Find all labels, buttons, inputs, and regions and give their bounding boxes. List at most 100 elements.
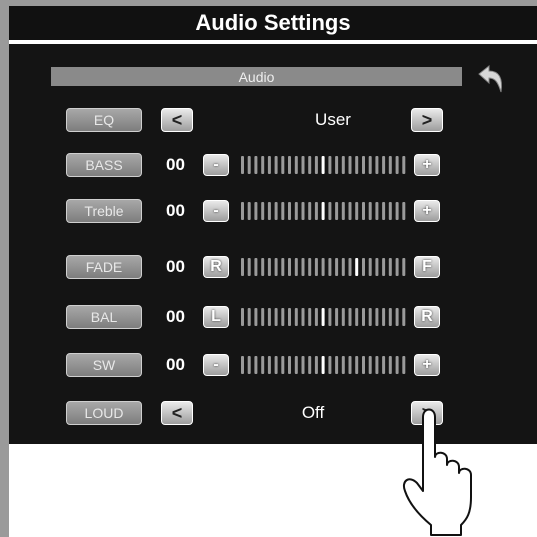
bal-right-button[interactable]: R (414, 306, 440, 328)
bass-button[interactable]: BASS (66, 153, 142, 177)
slider-tick (314, 258, 318, 276)
slider-tick (254, 308, 258, 326)
hand-pointer-icon (403, 408, 472, 536)
row-bass: BASS 00 - + (9, 151, 537, 179)
slider-tick (321, 258, 325, 276)
slider-tick (241, 308, 244, 326)
bass-decrease-button[interactable]: - (203, 154, 229, 176)
bal-left-button[interactable]: L (203, 306, 229, 328)
slider-tick (308, 258, 312, 276)
row-fade: FADE 00 R F (9, 253, 537, 281)
slider-tick (281, 156, 285, 174)
page-title: Audio Settings (9, 6, 537, 40)
fade-level-slider[interactable] (240, 256, 408, 278)
treble-decrease-button[interactable]: - (203, 200, 229, 222)
slider-tick (368, 356, 372, 374)
slider-tick (241, 156, 244, 174)
slider-tick (294, 258, 298, 276)
slider-tick (335, 356, 339, 374)
slider-tick (382, 156, 386, 174)
treble-level-slider[interactable] (240, 200, 408, 222)
bass-increase-button[interactable]: + (414, 154, 440, 176)
sw-decrease-button[interactable]: - (203, 354, 229, 376)
slider-tick (402, 156, 406, 174)
slider-tick (267, 156, 271, 174)
slider-tick (274, 156, 278, 174)
slider-tick (301, 258, 305, 276)
loud-prev-button[interactable]: < (161, 401, 193, 425)
slider-tick (274, 356, 278, 374)
slider-tick (267, 258, 271, 276)
slider-tick (341, 308, 345, 326)
fade-rear-button[interactable]: R (203, 256, 229, 278)
slider-tick (328, 258, 332, 276)
slider-tick (274, 258, 278, 276)
slider-tick (402, 258, 406, 276)
slider-tick (247, 156, 251, 174)
slider-tick (267, 202, 271, 220)
slider-tick (314, 356, 318, 374)
slider-tick (301, 156, 305, 174)
slider-tick (348, 308, 352, 326)
slider-tick (254, 258, 258, 276)
section-header: Audio (51, 67, 462, 86)
slider-tick (294, 156, 298, 174)
slider-tick (362, 202, 365, 220)
eq-next-button[interactable]: > (411, 108, 443, 132)
slider-tick (382, 202, 386, 220)
slider-tick (288, 258, 291, 276)
slider-tick (294, 202, 298, 220)
slider-tick (388, 258, 392, 276)
slider-tick (375, 258, 379, 276)
slider-tick (281, 308, 285, 326)
slider-tick (241, 258, 244, 276)
audio-panel: Audio EQ < User > BASS 00 - + Treble 00 … (9, 44, 537, 444)
slider-tick (321, 356, 325, 374)
loud-button[interactable]: LOUD (66, 401, 142, 425)
bass-level-slider[interactable] (240, 154, 408, 176)
row-treble: Treble 00 - + (9, 197, 537, 225)
slider-tick (267, 356, 271, 374)
slider-tick (341, 356, 345, 374)
slider-tick (395, 308, 399, 326)
slider-tick (375, 308, 379, 326)
sw-button[interactable]: SW (66, 353, 142, 377)
slider-tick (247, 202, 251, 220)
treble-button[interactable]: Treble (66, 199, 142, 223)
slider-tick (308, 156, 312, 174)
bal-level-slider[interactable] (240, 306, 408, 328)
row-eq: EQ < User > (9, 106, 537, 134)
slider-tick (308, 202, 312, 220)
slider-tick (328, 202, 332, 220)
treble-increase-button[interactable]: + (414, 200, 440, 222)
fade-button[interactable]: FADE (66, 255, 142, 279)
slider-tick (348, 356, 352, 374)
back-arrow-icon[interactable] (471, 62, 507, 96)
slider-tick (382, 258, 386, 276)
slider-tick (288, 356, 291, 374)
slider-tick (362, 258, 365, 276)
slider-tick (341, 202, 345, 220)
slider-tick (281, 258, 285, 276)
slider-tick (355, 356, 359, 374)
slider-tick (301, 308, 305, 326)
slider-tick (395, 156, 399, 174)
slider-tick (314, 156, 318, 174)
slider-tick (402, 202, 406, 220)
sw-increase-button[interactable]: + (414, 354, 440, 376)
slider-tick (395, 258, 399, 276)
slider-tick (335, 308, 339, 326)
slider-tick (341, 258, 345, 276)
slider-tick (288, 308, 291, 326)
eq-button[interactable]: EQ (66, 108, 142, 132)
fade-front-button[interactable]: F (414, 256, 440, 278)
slider-tick (335, 258, 339, 276)
slider-tick (355, 258, 359, 276)
treble-value: 00 (166, 201, 185, 220)
bal-button[interactable]: BAL (66, 305, 142, 329)
sw-level-slider[interactable] (240, 354, 408, 376)
slider-tick (375, 202, 379, 220)
eq-prev-button[interactable]: < (161, 108, 193, 132)
slider-tick (355, 202, 359, 220)
slider-tick (261, 356, 265, 374)
